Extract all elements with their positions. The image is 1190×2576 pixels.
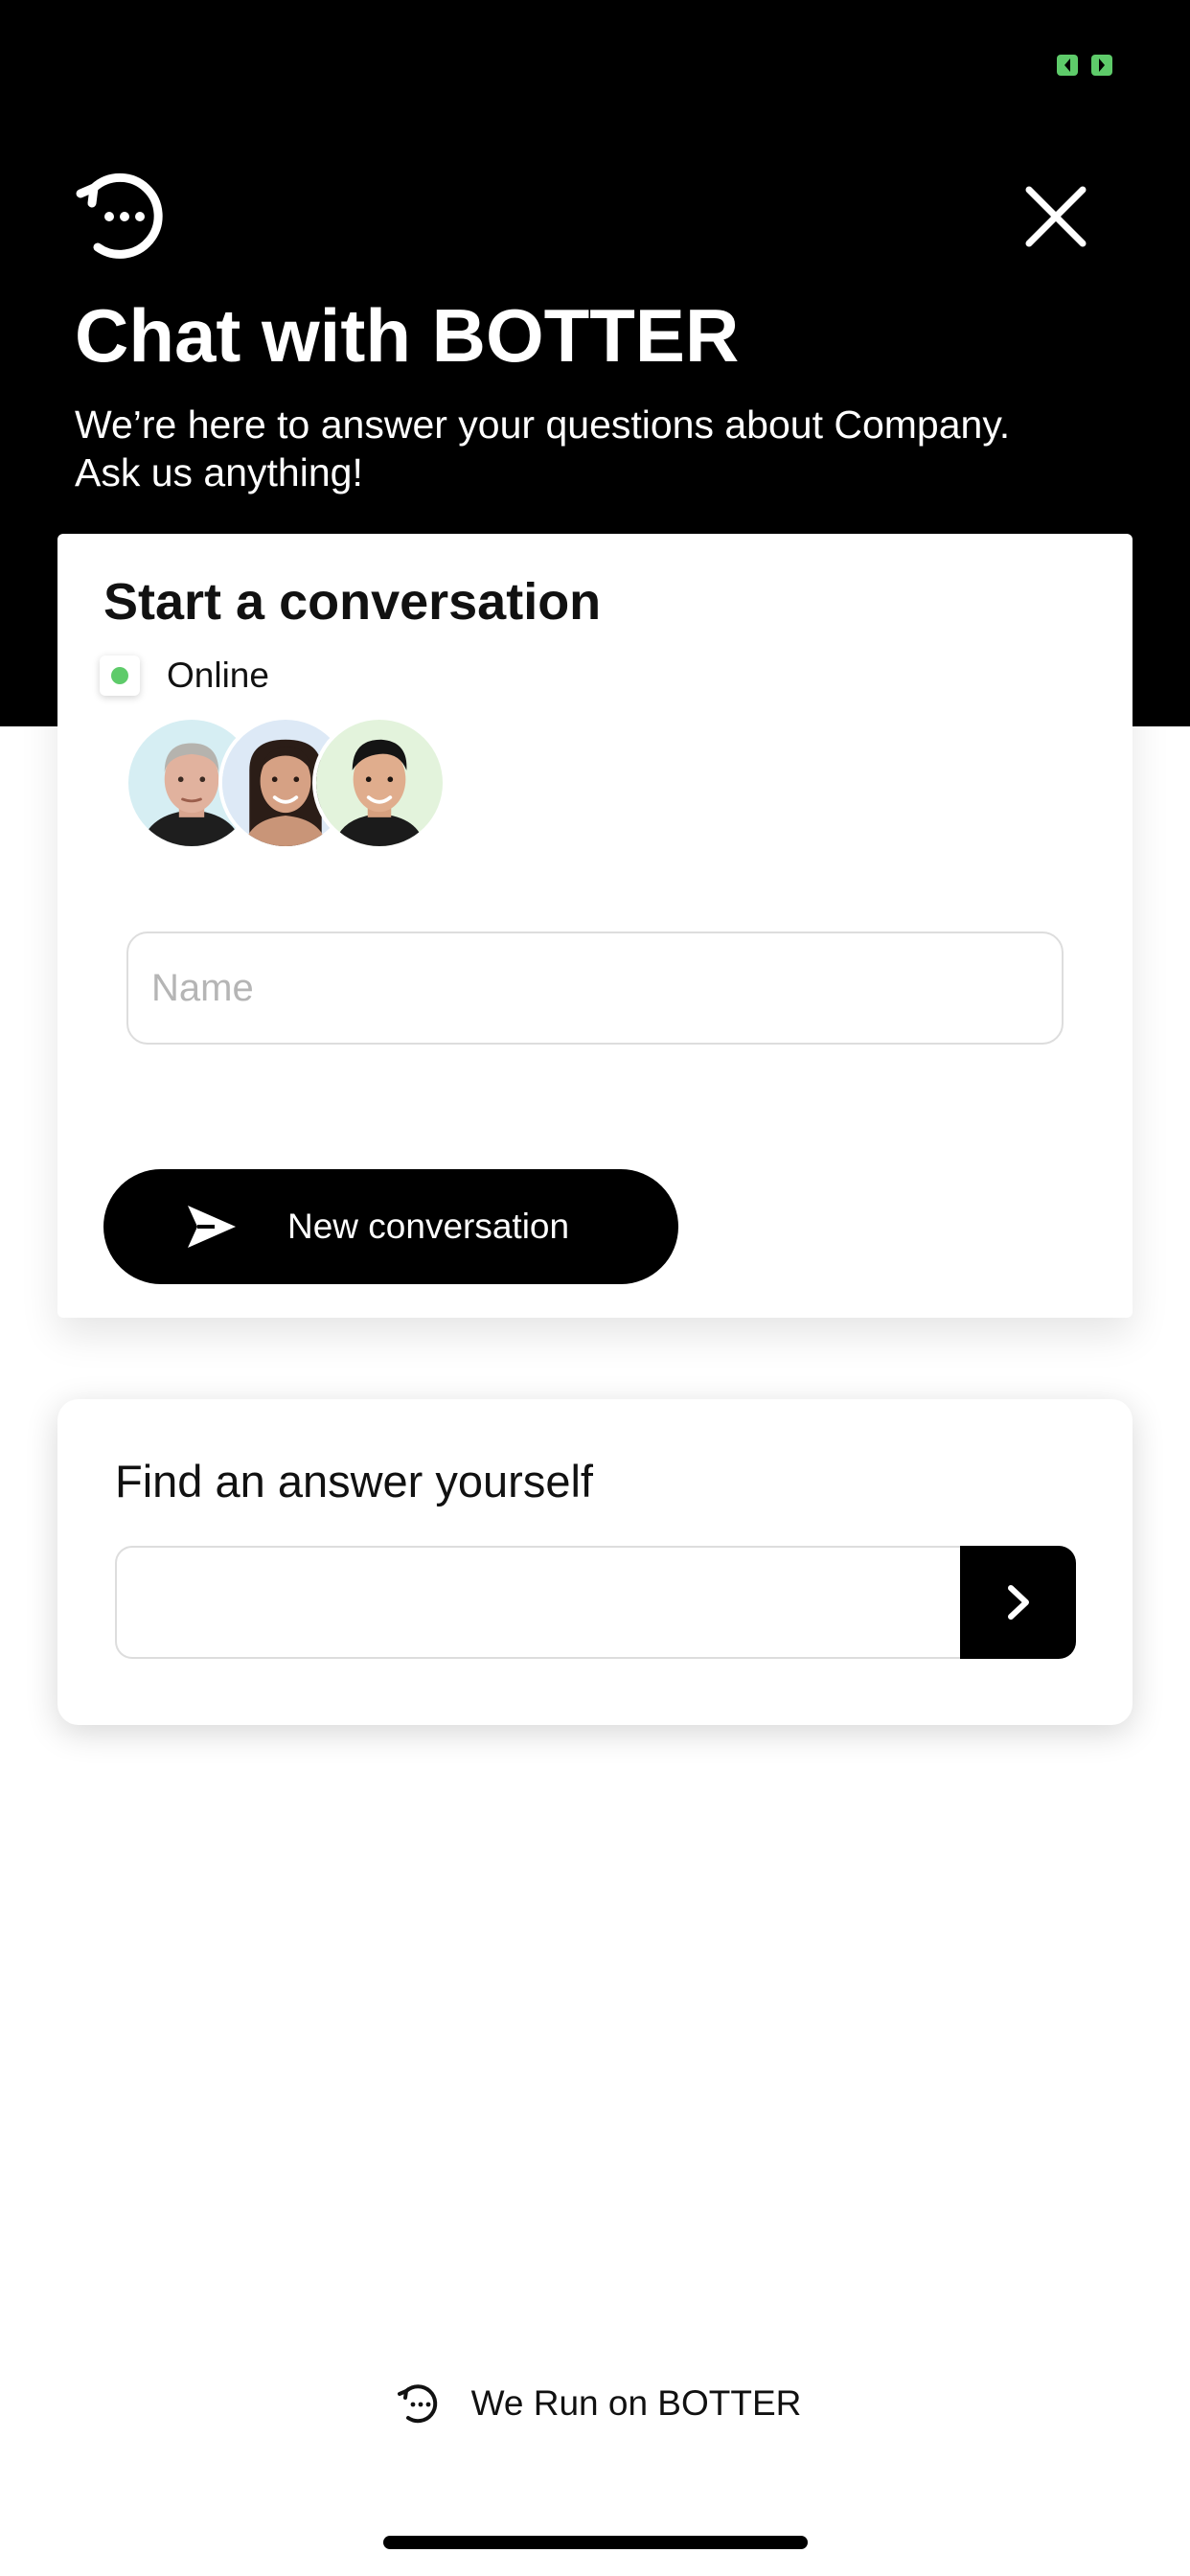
send-icon bbox=[188, 1206, 236, 1248]
find-answer-card: Find an answer yourself bbox=[57, 1399, 1133, 1725]
close-icon[interactable] bbox=[1021, 182, 1090, 251]
chat-dots-logo-icon bbox=[76, 172, 163, 259]
search-submit-button[interactable] bbox=[960, 1546, 1076, 1659]
new-conversation-button[interactable]: New conversation bbox=[103, 1169, 678, 1284]
status-label: Online bbox=[167, 656, 269, 695]
battery-icon bbox=[1057, 55, 1112, 76]
online-status: Online bbox=[100, 649, 269, 702]
avatar bbox=[312, 716, 446, 850]
find-answer-title: Find an answer yourself bbox=[115, 1456, 593, 1506]
agent-avatars bbox=[125, 716, 469, 858]
chat-widget-screen: Chat with BOTTER We’re here to answer yo… bbox=[0, 0, 1190, 2576]
chevron-right-icon bbox=[1007, 1585, 1029, 1620]
status-indicator bbox=[100, 656, 140, 696]
chat-dots-logo-icon bbox=[397, 2384, 437, 2424]
home-indicator[interactable] bbox=[383, 2536, 808, 2549]
powered-by-label: We Run on BOTTER bbox=[470, 2383, 802, 2423]
name-field[interactable] bbox=[126, 932, 1064, 1045]
header-subtitle-line-2: Ask us anything! bbox=[75, 450, 363, 494]
online-dot-icon bbox=[111, 667, 128, 684]
start-conversation-title: Start a conversation bbox=[103, 573, 602, 631]
powered-by-link[interactable]: We Run on BOTTER bbox=[397, 2380, 802, 2426]
header-subtitle: We’re here to answer your questions abou… bbox=[75, 401, 1129, 496]
powered-by-footer: We Run on BOTTER bbox=[0, 2375, 1190, 2432]
header-subtitle-line-1: We’re here to answer your questions abou… bbox=[75, 402, 1011, 447]
start-conversation-card: Start a conversation Online Name New con… bbox=[57, 534, 1133, 1318]
page-title: Chat with BOTTER bbox=[75, 293, 740, 378]
new-conversation-label: New conversation bbox=[287, 1207, 570, 1246]
search-input[interactable] bbox=[115, 1546, 1076, 1659]
